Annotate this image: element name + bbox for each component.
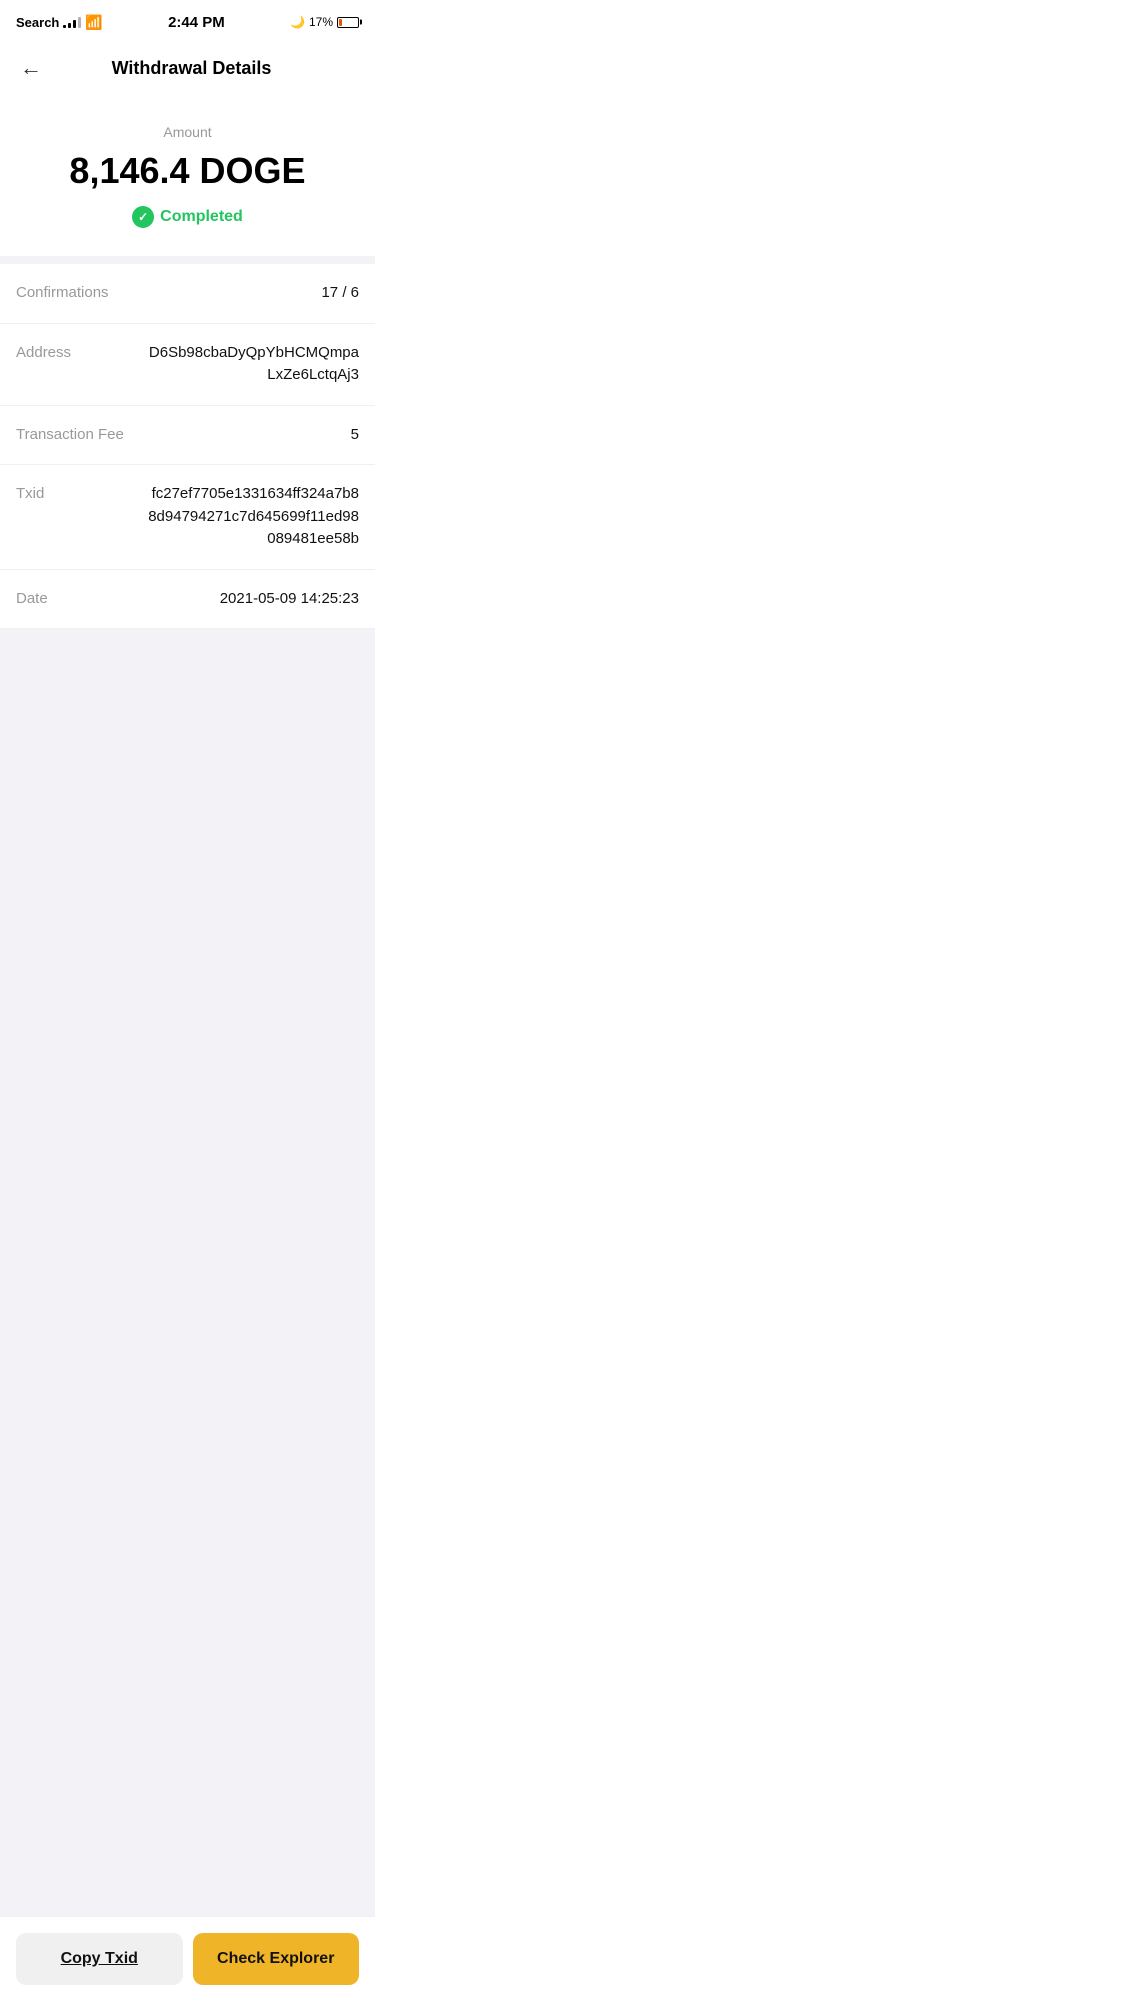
- address-value: D6Sb98cbaDyQpYbHCMQmpaLxZe6LctqAj3: [136, 342, 359, 387]
- txid-value: fc27ef7705e1331634ff324a7b88d94794271c7d…: [136, 483, 359, 551]
- status-right: 🌙 17%: [290, 15, 359, 29]
- table-row: Transaction Fee 5: [0, 406, 375, 466]
- address-label: Address: [16, 342, 136, 361]
- date-label: Date: [16, 588, 136, 607]
- table-row: Confirmations 17 / 6: [0, 264, 375, 324]
- table-row: Txid fc27ef7705e1331634ff324a7b88d947942…: [0, 465, 375, 570]
- status-label: Completed: [160, 208, 243, 226]
- wifi-icon: 📶: [85, 14, 102, 31]
- confirmations-label: Confirmations: [16, 282, 136, 301]
- nav-bar: ← Withdrawal Details: [0, 44, 375, 92]
- table-row: Date 2021-05-09 14:25:23: [0, 570, 375, 630]
- battery-icon: [337, 17, 359, 28]
- back-button[interactable]: ←: [16, 51, 46, 85]
- fee-value: 5: [136, 424, 359, 447]
- page-title: Withdrawal Details: [54, 58, 329, 79]
- table-row: Address D6Sb98cbaDyQpYbHCMQmpaLxZe6LctqA…: [0, 324, 375, 406]
- bottom-action-bar: Copy Txid Check Explorer: [0, 1916, 375, 2001]
- fee-label: Transaction Fee: [16, 424, 136, 443]
- amount-value: 8,146.4 DOGE: [20, 150, 355, 192]
- check-circle-icon: ✓: [132, 206, 154, 228]
- amount-label: Amount: [20, 124, 355, 140]
- check-explorer-button[interactable]: Check Explorer: [193, 1933, 360, 1985]
- empty-space: [0, 629, 375, 1917]
- section-divider: [0, 256, 375, 264]
- status-left: Search 📶: [16, 14, 103, 31]
- details-section: Confirmations 17 / 6 Address D6Sb98cbaDy…: [0, 264, 375, 629]
- battery-percent: 17%: [309, 15, 333, 29]
- signal-icon: [63, 16, 81, 28]
- carrier-label: Search: [16, 15, 59, 30]
- txid-label: Txid: [16, 483, 136, 502]
- status-badge: ✓ Completed: [132, 206, 243, 228]
- status-bar: Search 📶 2:44 PM 🌙 17%: [0, 0, 375, 44]
- moon-icon: 🌙: [290, 15, 305, 29]
- date-value: 2021-05-09 14:25:23: [136, 588, 359, 611]
- confirmations-value: 17 / 6: [136, 282, 359, 305]
- time-display: 2:44 PM: [168, 14, 225, 31]
- copy-txid-button[interactable]: Copy Txid: [16, 1933, 183, 1985]
- amount-section: Amount 8,146.4 DOGE ✓ Completed: [0, 92, 375, 256]
